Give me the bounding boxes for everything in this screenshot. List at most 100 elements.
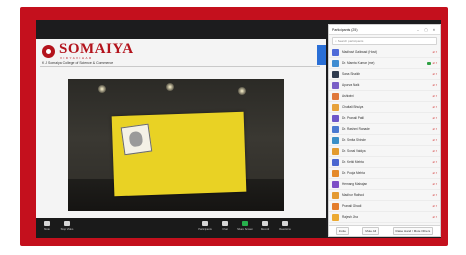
minimize-icon[interactable]: – [415, 28, 421, 32]
participant-row[interactable]: Dr. Mamta Kumar (me) ⌀ ▪ [329, 58, 440, 69]
mic-muted-icon: ⌀ [432, 149, 435, 153]
share-screen-label: Share Screen [237, 228, 253, 231]
mic-muted-icon: ⌀ [432, 127, 435, 131]
more-options-button[interactable]: Raise Hand / Mute Others [392, 227, 434, 235]
participant-row[interactable]: Dr. Pranali Patil ⌀ ▪ [329, 113, 440, 124]
microphone-icon [44, 221, 50, 226]
share-indicator [317, 45, 326, 65]
slide-divider [40, 66, 320, 67]
avatar [332, 169, 339, 177]
participants-button[interactable]: Participants [196, 221, 214, 231]
mic-muted-icon: ⌀ [432, 160, 435, 164]
avatar [332, 70, 339, 78]
maximize-icon[interactable]: ▢ [423, 28, 429, 32]
participant-name: Rajesh Jha [342, 215, 358, 219]
mic-muted-icon: ⌀ [432, 215, 435, 219]
participants-panel: Participants (25) – ▢ ✕ ⌕ Search partici… [328, 24, 441, 237]
shared-slide: SOMAIYA VIDYAVIHAR K J Somaiya College o… [36, 39, 326, 229]
camera-icon [64, 221, 70, 226]
search-input[interactable]: ⌕ Search participants [332, 37, 437, 45]
avatar [332, 92, 339, 100]
ceiling-light [166, 83, 174, 91]
participant-row[interactable]: Ashiwini ⌀ ▪ [329, 91, 440, 102]
somaiya-logo-icon [42, 45, 55, 58]
mic-muted-icon: ⌀ [432, 193, 435, 197]
participant-row[interactable]: Dr. Sonal Vaidya ⌀ ▪ [329, 146, 440, 157]
camera-off-icon: ▪ [435, 105, 437, 109]
participant-name: Pranali Ghadi [342, 204, 362, 208]
chat-button[interactable]: Chat [216, 221, 234, 231]
brand-subtitle: VIDYAVIHAR [60, 56, 93, 60]
participant-row[interactable]: Madhur Rathod ⌀ ▪ [329, 190, 440, 201]
mute-button[interactable]: Mute [38, 221, 56, 231]
share-screen-icon [242, 221, 248, 226]
chat-icon [222, 221, 228, 226]
camera-off-icon: ▪ [435, 138, 437, 142]
camera-off-icon: ▪ [435, 204, 437, 208]
participant-name: Dr. Ketki Mehta [342, 160, 364, 164]
mic-muted-icon: ⌀ [432, 83, 435, 87]
stop-video-button[interactable]: Stop Video [58, 221, 76, 231]
mic-muted-icon: ⌀ [432, 94, 435, 98]
mic-muted-icon: ⌀ [432, 182, 435, 186]
participant-name: Madhavi Gaikwad (Host) [342, 50, 377, 54]
participant-row[interactable]: Sana Shaikh ⌀ ▪ [329, 69, 440, 80]
brand-name: SOMAIYA [59, 41, 134, 57]
participant-row[interactable]: Dr. Ketki Mehta ⌀ ▪ [329, 157, 440, 168]
smile-icon [282, 221, 288, 226]
mic-muted-icon: ⌀ [432, 138, 435, 142]
camera-off-icon: ▪ [435, 171, 437, 175]
avatar [332, 136, 339, 144]
reactions-button[interactable]: Reactions [276, 221, 294, 231]
camera-off-icon: ▪ [435, 72, 437, 76]
invite-button[interactable]: Invite [335, 227, 349, 235]
participant-row[interactable]: Madhavi Gaikwad (Host) ⌀ ▪ [329, 47, 440, 58]
participant-name: Apurva Naik [342, 83, 360, 87]
search-placeholder: Search participants [337, 39, 364, 43]
camera-off-icon: ▪ [435, 94, 437, 98]
avatar [332, 213, 339, 221]
participant-row[interactable]: Chaitali Bhuiya ⌀ ▪ [329, 102, 440, 113]
participant-name: Sana Shaikh [342, 72, 361, 76]
participant-name: Chaitali Bhuiya [342, 105, 364, 109]
participant-name: Dr. Pooja Mehta [342, 171, 365, 175]
people-icon [202, 221, 208, 226]
participants-label: Participants [198, 228, 212, 231]
zoom-window: SOMAIYA VIDYAVIHAR K J Somaiya College o… [36, 20, 441, 238]
mic-muted-icon: ⌀ [432, 116, 435, 120]
participant-row[interactable]: Dr. Smita Shinde ⌀ ▪ [329, 135, 440, 146]
participant-row[interactable]: Dr. Pooja Mehta ⌀ ▪ [329, 168, 440, 179]
stop-video-label: Stop Video [60, 228, 74, 231]
camera-off-icon: ▪ [435, 116, 437, 120]
avatar [332, 103, 339, 111]
close-icon[interactable]: ✕ [431, 28, 437, 32]
participant-row[interactable]: Hemang Mahajan ⌀ ▪ [329, 179, 440, 190]
participant-name: Dr. Sonal Vaidya [342, 149, 366, 153]
avatar [332, 114, 339, 122]
participant-name: Dr. Smita Shinde [342, 138, 366, 142]
mute-all-button[interactable]: Mute All [362, 227, 380, 235]
camera-off-icon: ▪ [435, 83, 437, 87]
avatar [332, 147, 339, 155]
avatar [332, 81, 339, 89]
avatar [332, 48, 339, 56]
camera-off-icon: ▪ [435, 149, 437, 153]
avatar [332, 158, 339, 166]
ceiling-light [98, 85, 106, 93]
mic-muted-icon: ⌀ [432, 105, 435, 109]
participant-name: Hemang Mahajan [342, 182, 368, 186]
record-button[interactable]: Record [256, 221, 274, 231]
record-label: Record [260, 228, 270, 231]
participant-row[interactable]: Apurva Naik ⌀ ▪ [329, 80, 440, 91]
participant-row[interactable]: Dr. Rashmi Ranade ⌀ ▪ [329, 124, 440, 135]
avatar [332, 59, 339, 67]
avatar [332, 180, 339, 188]
portrait-sketch [120, 123, 153, 156]
participant-row[interactable]: Rajesh Jha ⌀ ▪ [329, 212, 440, 223]
yellow-poster-board [111, 111, 247, 197]
share-screen-button[interactable]: Share Screen [236, 221, 254, 231]
participant-row[interactable]: Pranali Ghadi ⌀ ▪ [329, 201, 440, 212]
panel-header: Participants (25) – ▢ ✕ [329, 25, 440, 35]
record-icon [262, 221, 268, 226]
search-icon: ⌕ [335, 39, 337, 43]
